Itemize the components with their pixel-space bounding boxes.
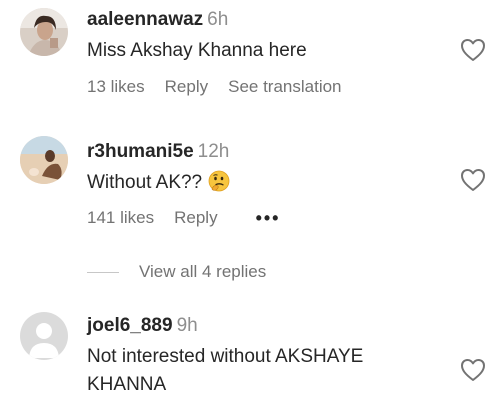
avatar[interactable]: [20, 8, 68, 56]
view-replies-label[interactable]: View all 4 replies: [139, 262, 266, 282]
comment-actions: 13 likes Reply See translation: [87, 77, 362, 97]
timestamp: 9h: [176, 315, 198, 336]
comment-text-content: Without AK??: [87, 172, 203, 193]
comment-item: joel6_889 9h Not interested without AKSHA…: [0, 306, 500, 400]
see-translation-link[interactable]: See translation: [228, 77, 341, 97]
timestamp: 12h: [197, 141, 230, 162]
comment-item: r3humani5e 12h Without AK?? 141 likes Rep…: [0, 130, 500, 240]
divider: [87, 271, 119, 273]
heart-icon[interactable]: [460, 38, 486, 62]
likes-count[interactable]: 141 likes: [87, 208, 154, 228]
comment-item: aaleennawaz 6h Miss Akshay Khanna here 13…: [0, 0, 500, 110]
more-options-icon[interactable]: •••: [256, 209, 281, 227]
comment-text: Without AK??: [87, 169, 440, 197]
reply-button[interactable]: Reply: [174, 208, 217, 228]
avatar[interactable]: [20, 136, 68, 184]
avatar[interactable]: [20, 312, 68, 360]
comment-actions: 141 likes Reply •••: [87, 208, 300, 228]
comment-text-line: Not interested without AKSHAYE: [87, 346, 364, 367]
heart-icon[interactable]: [460, 358, 486, 382]
timestamp: 6h: [207, 9, 229, 30]
comment-text: Not interested without AKSHAYE KHANNA: [87, 343, 440, 399]
view-replies-button[interactable]: View all 4 replies: [87, 258, 266, 286]
reply-button[interactable]: Reply: [165, 77, 208, 97]
comment-header: r3humani5e 12h: [87, 140, 440, 164]
comment-text-line: KHANNA: [87, 374, 167, 395]
username[interactable]: r3humani5e: [87, 141, 194, 162]
username[interactable]: joel6_889: [87, 315, 173, 336]
heart-icon[interactable]: [460, 168, 486, 192]
comment-header: aaleennawaz 6h: [87, 8, 440, 32]
likes-count[interactable]: 13 likes: [87, 77, 145, 97]
thinking-face-icon: [208, 170, 230, 192]
username[interactable]: aaleennawaz: [87, 9, 203, 30]
comment-text: Miss Akshay Khanna here: [87, 40, 307, 61]
comment-header: joel6_889 9h: [87, 314, 440, 338]
